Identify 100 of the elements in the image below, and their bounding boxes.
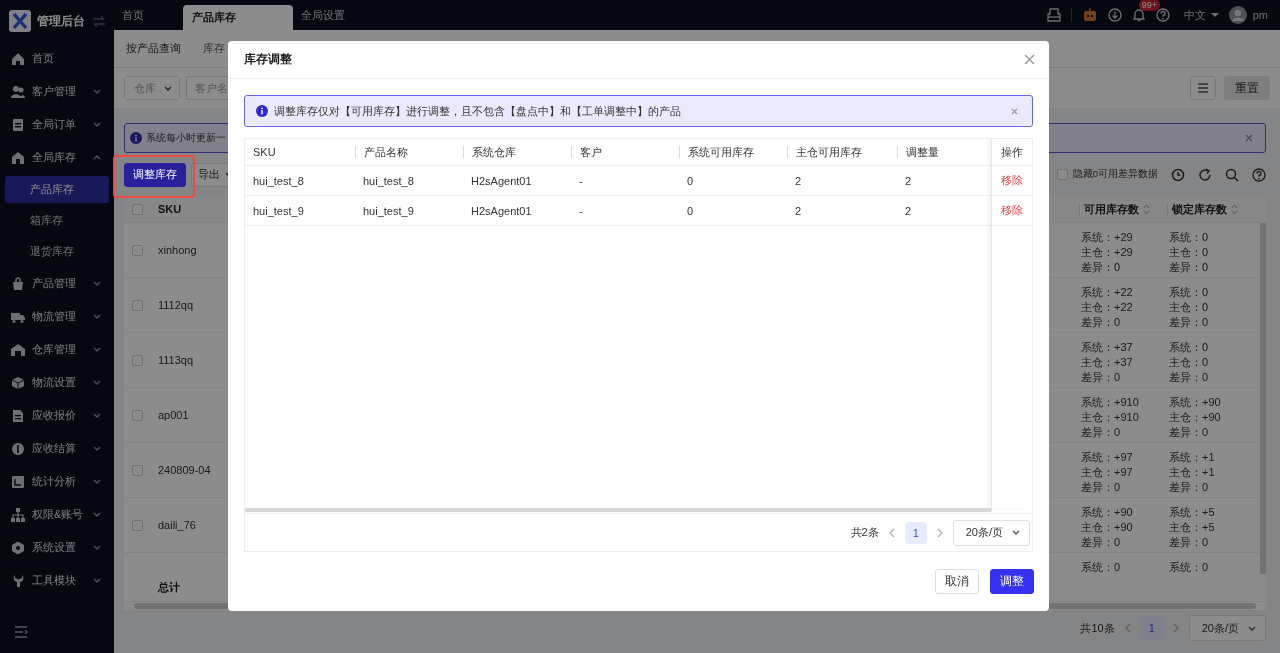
view-tab[interactable]: 按产品查询 [126, 41, 181, 56]
checkbox-label: 隐藏0可用差异数据 [1072, 168, 1158, 181]
reset-button[interactable]: 重置 [1224, 76, 1270, 100]
checkbox[interactable] [132, 464, 143, 476]
menu-label: 统计分析 [32, 474, 77, 489]
page-number[interactable]: 1 [904, 521, 927, 544]
menu-item[interactable]: 物流管理 [0, 300, 114, 333]
table-cell: 系统：0 [1081, 560, 1121, 574]
menu-label: 全局库存 [32, 150, 77, 165]
page-size-select[interactable]: 20条/页 [952, 519, 1030, 546]
table-cell-text: H2sAgent01 [470, 174, 533, 187]
menu-label: 客户管理 [32, 84, 77, 99]
table-cell: 主仓：0 [1169, 355, 1209, 370]
table-cell: 差异：0 [1169, 315, 1209, 330]
collapse-icon[interactable] [92, 14, 106, 28]
menu-item[interactable]: 应收结算 [0, 432, 114, 465]
menu-item[interactable]: 工具模块 [0, 564, 114, 597]
column-header: SKU [252, 146, 277, 159]
table-cell: 差异：0 [1169, 425, 1209, 440]
menu-item[interactable]: 全局库存 [0, 141, 114, 174]
menu-label: 首页 [32, 51, 55, 66]
building-icon [11, 150, 25, 165]
house-icon [11, 51, 25, 66]
table-cell: 差异：0 [1081, 370, 1121, 385]
table-cell: 主仓：+90 [1081, 520, 1133, 535]
page-tab[interactable]: 产品库存 [183, 5, 293, 30]
submenu-item[interactable]: 箱库存 [5, 207, 109, 234]
table-cell: 差异：0 [1169, 370, 1209, 385]
sort-icon [1143, 203, 1150, 215]
table-cell: 系统：+5 [1169, 505, 1215, 520]
list-button[interactable] [1190, 76, 1216, 100]
confirm-button[interactable]: 调整 [990, 569, 1034, 595]
column-header: 系统仓库 [463, 146, 571, 159]
table-cell-text: 2 [794, 204, 803, 217]
user-name[interactable]: pm [1252, 9, 1268, 21]
prev-icon[interactable] [1124, 623, 1131, 633]
table-cell: 差异：0 [1081, 315, 1121, 330]
checkbox[interactable] [132, 354, 143, 366]
table-cell-text: 0 [686, 204, 695, 217]
help-icon[interactable] [1252, 167, 1266, 182]
view-tab[interactable]: 库存 [203, 41, 225, 56]
table-cell: 系统：+1 [1169, 450, 1215, 465]
submenu-item[interactable]: 退货库存 [5, 238, 109, 265]
menu-label: 仓库管理 [32, 342, 77, 357]
column-header: 可用库存数 [1084, 201, 1139, 217]
close-icon[interactable] [1011, 107, 1018, 115]
table-cell-text: hui_test_9 [362, 204, 415, 217]
close-icon[interactable] [1245, 134, 1253, 142]
table-cell: 主仓：+22 [1081, 300, 1133, 315]
page-tab[interactable]: 首页 [114, 0, 172, 30]
inbox-icon[interactable] [1046, 8, 1061, 22]
menu-item[interactable]: 全局订单 [0, 108, 114, 141]
refresh-icon[interactable] [1198, 167, 1212, 182]
checkbox[interactable] [132, 244, 143, 256]
caret-icon [1210, 13, 1219, 17]
bell-icon[interactable] [1131, 8, 1146, 22]
menu-item[interactable]: 客户管理 [0, 75, 114, 108]
menu-fold-icon[interactable] [14, 625, 28, 639]
close-icon[interactable] [1024, 54, 1035, 66]
menu-item[interactable]: 物流设置 [0, 366, 114, 399]
robot-icon[interactable] [1081, 8, 1098, 22]
zoom-icon[interactable] [1225, 167, 1239, 182]
table-cell-text: 1113qq [157, 353, 195, 368]
next-icon[interactable] [1172, 623, 1179, 633]
checkbox[interactable] [132, 519, 143, 531]
page-size-select[interactable]: 20条/页 [1188, 615, 1266, 641]
avatar-icon[interactable] [1228, 6, 1247, 24]
language-switch[interactable]: 中文 [1183, 7, 1219, 23]
document-icon [11, 408, 25, 423]
next-icon[interactable] [936, 527, 943, 538]
table-cell-text: 1112qq [157, 298, 195, 313]
column-header: 锁定库存数 [1172, 201, 1227, 217]
table-cell: 系统：+29 [1081, 230, 1133, 245]
column-header: 操作 [992, 139, 1032, 167]
cancel-button[interactable]: 取消 [935, 569, 979, 595]
menu-item[interactable]: 首页 [0, 42, 114, 75]
checkbox[interactable] [1056, 169, 1068, 180]
history-icon[interactable] [1171, 167, 1185, 182]
checkbox[interactable] [132, 299, 143, 311]
table-cell-text: H2sAgent01 [470, 204, 533, 217]
menu-item[interactable]: 产品管理 [0, 267, 114, 300]
menu-item[interactable]: 统计分析 [0, 465, 114, 498]
page-number[interactable]: 1 [1140, 617, 1163, 639]
adjust-stock-button[interactable]: 调整库存 [124, 162, 186, 187]
menu-item[interactable]: 系统设置 [0, 531, 114, 564]
table-cell: 主仓：+5 [1169, 520, 1215, 535]
table-cell: 系统：+910 [1081, 395, 1139, 410]
checkbox[interactable] [132, 203, 143, 215]
remove-link[interactable]: 移除 [1001, 203, 1023, 219]
checkbox[interactable] [132, 409, 143, 421]
menu-label: 产品管理 [32, 276, 77, 291]
app-title: 管理后台 [37, 12, 86, 30]
remove-link[interactable]: 移除 [1001, 173, 1023, 189]
page-tab[interactable]: 全局设置 [293, 0, 353, 30]
prev-icon[interactable] [888, 527, 895, 538]
submenu-item[interactable]: 产品库存 [5, 176, 109, 203]
menu-item[interactable]: 应收报价 [0, 399, 114, 432]
menu-item[interactable]: 权限&账号 [0, 498, 114, 531]
download-icon[interactable] [1107, 8, 1122, 22]
menu-item[interactable]: 仓库管理 [0, 333, 114, 366]
